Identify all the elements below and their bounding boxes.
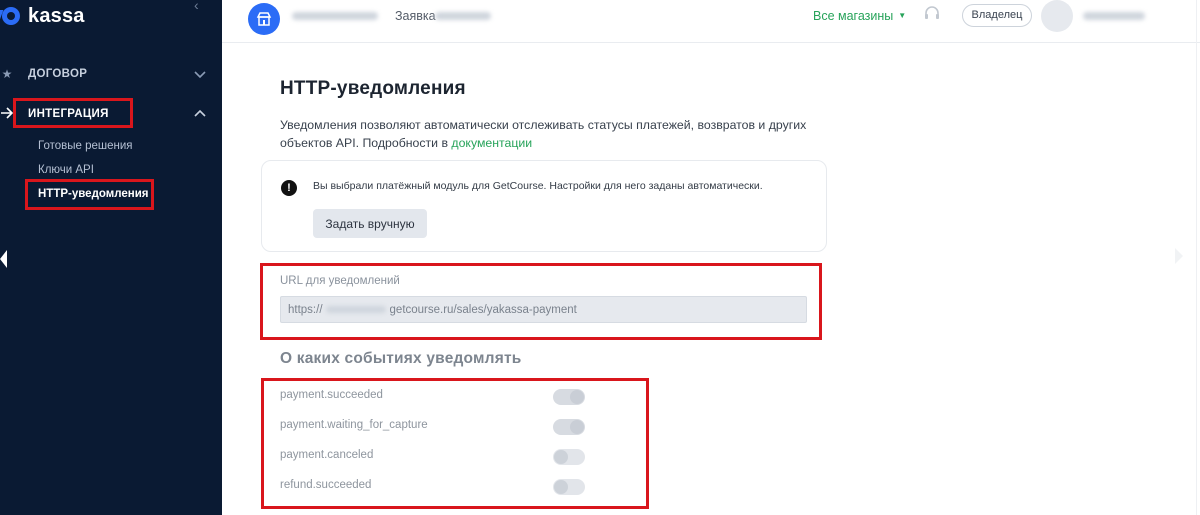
collapse-sidebar-icon[interactable]: ‹ xyxy=(194,0,206,12)
sidebar-item-label: ДОГОВОР xyxy=(28,68,88,80)
event-name: payment.canceled xyxy=(280,449,374,461)
url-suffix: getcourse.ru/sales/yakassa-payment xyxy=(389,303,577,316)
events-section-title: О каких событиях уведомлять xyxy=(280,350,522,367)
highlight-box-integration xyxy=(13,98,133,128)
event-name: payment.waiting_for_capture xyxy=(280,419,428,431)
set-manually-button[interactable]: Задать вручную xyxy=(313,209,427,238)
stores-dropdown-label: Все магазины xyxy=(813,9,894,23)
top-header: Заявка Все магазины ▼ Владелец xyxy=(222,0,1200,515)
page-title: HTTP-уведомления xyxy=(280,78,466,99)
exclamation-icon: ! xyxy=(281,180,297,196)
application-id-redacted xyxy=(435,12,491,20)
next-arrow-icon[interactable] xyxy=(1175,248,1183,264)
caret-down-icon: ▼ xyxy=(898,11,907,20)
role-button[interactable]: Владелец xyxy=(962,4,1032,27)
support-headset-icon[interactable] xyxy=(922,4,942,24)
avatar[interactable] xyxy=(1041,0,1073,32)
url-field[interactable]: https:// getcourse.ru/sales/yakassa-payme… xyxy=(280,296,807,323)
url-subdomain-redacted xyxy=(325,306,386,313)
url-field-label: URL для уведомлений xyxy=(280,275,400,287)
stores-dropdown[interactable]: Все магазины ▼ xyxy=(813,9,906,23)
toggle-knob xyxy=(554,480,568,494)
event-toggle[interactable] xyxy=(553,479,585,495)
shop-name-redacted xyxy=(292,12,378,20)
user-name-redacted[interactable] xyxy=(1083,12,1145,20)
logo[interactable]: kassa xyxy=(0,4,85,28)
event-row: payment.waiting_for_capture xyxy=(280,417,585,437)
event-row: payment.canceled xyxy=(280,447,585,467)
event-row: refund.succeeded xyxy=(280,477,585,497)
info-text: Вы выбрали платёжный модуль для GetCours… xyxy=(313,180,763,192)
side-handle-icon[interactable] xyxy=(0,250,7,268)
event-toggle[interactable] xyxy=(553,389,585,405)
star-icon: ★ xyxy=(1,67,13,81)
sidebar-subitem-api-keys[interactable]: Ключи API xyxy=(38,164,94,176)
documentation-link[interactable]: документации xyxy=(451,136,532,150)
event-row: payment.succeeded xyxy=(280,387,585,407)
description-text: Уведомления позволяют автоматически отсл… xyxy=(280,118,807,150)
info-card: ! Вы выбрали платёжный модуль для GetCou… xyxy=(261,160,827,252)
event-toggle[interactable] xyxy=(553,449,585,465)
event-toggle[interactable] xyxy=(553,419,585,435)
sidebar-subitem-ready-solutions[interactable]: Готовые решения xyxy=(38,140,133,152)
url-prefix: https:// xyxy=(288,303,323,316)
toggle-knob xyxy=(570,390,584,404)
sidebar: kassa ‹ ★ ДОГОВОР ИНТЕГРАЦИЯ Готовые реш… xyxy=(0,0,222,515)
logo-mark-icon xyxy=(0,6,22,26)
arrow-right-icon xyxy=(0,106,14,123)
logo-text: kassa xyxy=(28,4,85,27)
shop-icon[interactable] xyxy=(248,3,280,35)
chevron-down-icon xyxy=(193,67,207,81)
right-divider xyxy=(1196,0,1197,515)
toggle-knob xyxy=(554,450,568,464)
page-description: Уведомления позволяют автоматически отсл… xyxy=(280,116,820,152)
event-name: refund.succeeded xyxy=(280,479,372,491)
event-name: payment.succeeded xyxy=(280,389,383,401)
app-root: kassa ‹ ★ ДОГОВОР ИНТЕГРАЦИЯ Готовые реш… xyxy=(0,0,1200,515)
highlight-box-http-notifications xyxy=(25,179,154,210)
toggle-knob xyxy=(570,420,584,434)
application-label: Заявка xyxy=(395,9,436,23)
sidebar-item-contract[interactable]: ★ ДОГОВОР xyxy=(0,62,222,86)
chevron-up-icon xyxy=(193,107,207,121)
